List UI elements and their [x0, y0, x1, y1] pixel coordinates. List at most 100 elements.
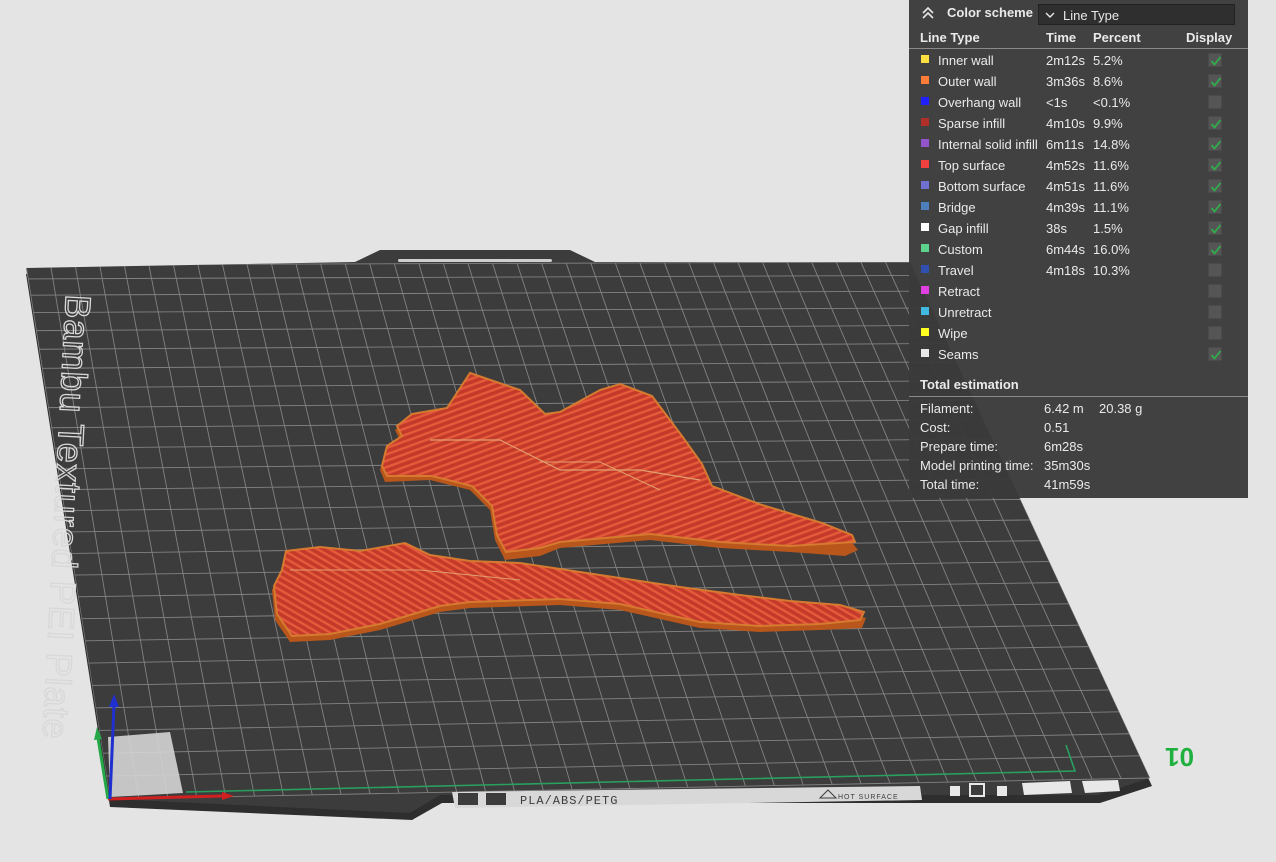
line-type-name: Retract [938, 284, 980, 299]
est-filament-length: 6.42 m [1044, 401, 1084, 416]
est-model-time-value: 35m30s [1044, 458, 1091, 473]
checkmark-icon [1210, 161, 1222, 171]
line-type-time: 4m39s [1046, 200, 1086, 215]
line-type-name: Inner wall [938, 53, 994, 68]
est-prepare-label: Prepare time: [920, 439, 999, 454]
checkmark-icon [1210, 224, 1222, 234]
display-checkbox-inner-wall[interactable] [1208, 53, 1222, 67]
color-swatch [921, 139, 929, 147]
color-swatch [921, 223, 929, 231]
color-swatch [921, 160, 929, 168]
legend-row-travel: Travel 4m18s 10.3% [909, 260, 1248, 281]
checkmark-icon [1210, 350, 1222, 360]
color-swatch [921, 307, 929, 315]
display-checkbox-travel[interactable] [1208, 263, 1222, 277]
legend-row-top-surface: Top surface 4m52s 11.6% [909, 155, 1248, 176]
plate-number: 01 [1165, 742, 1194, 772]
display-checkbox-internal-solid-infill[interactable] [1208, 137, 1222, 151]
line-type-name: Bridge [938, 200, 976, 215]
line-type-time: 4m52s [1046, 158, 1086, 173]
display-checkbox-seams[interactable] [1208, 347, 1222, 361]
est-filament-label: Filament: [920, 401, 974, 416]
legend-row-wipe: Wipe [909, 323, 1248, 344]
line-type-percent: 9.9% [1093, 116, 1123, 131]
est-total-time-value: 41m59s [1044, 477, 1091, 492]
legend-row-gap-infill: Gap infill 38s 1.5% [909, 218, 1248, 239]
col-header-percent: Percent [1093, 30, 1141, 45]
hot-surface-label: HOT SURFACE [838, 794, 899, 801]
est-total-time-row: Total time: 41m59s [920, 477, 1240, 496]
display-checkbox-gap-infill[interactable] [1208, 221, 1222, 235]
checkmark-icon [1210, 56, 1222, 66]
line-type-time: 6m44s [1046, 242, 1086, 257]
display-checkbox-bridge[interactable] [1208, 200, 1222, 214]
line-type-name: Custom [938, 242, 983, 257]
filament-compat-label: PLA/ABS/PETG [520, 794, 618, 808]
line-type-percent: 5.2% [1093, 53, 1123, 68]
color-swatch [921, 118, 929, 126]
color-swatch [921, 286, 929, 294]
line-type-name: Bottom surface [938, 179, 1026, 194]
color-swatch [921, 202, 929, 210]
est-prepare-value: 6m28s [1044, 439, 1084, 454]
line-type-name: Internal solid infill [938, 137, 1038, 152]
legend-row-outer-wall: Outer wall 3m36s 8.6% [909, 71, 1248, 92]
legend-row-bottom-surface: Bottom surface 4m51s 11.6% [909, 176, 1248, 197]
legend-row-internal-solid-infill: Internal solid infill 6m11s 14.8% [909, 134, 1248, 155]
line-type-name: Sparse infill [938, 116, 1006, 131]
est-model-time-label: Model printing time: [920, 458, 1034, 473]
checkmark-icon [1210, 77, 1222, 87]
display-checkbox-overhang-wall[interactable] [1208, 95, 1222, 109]
est-total-time-label: Total time: [920, 477, 980, 492]
color-swatch [921, 97, 929, 105]
legend-row-custom: Custom 6m44s 16.0% [909, 239, 1248, 260]
display-checkbox-custom[interactable] [1208, 242, 1222, 256]
color-swatch [921, 244, 929, 252]
line-type-time: 4m10s [1046, 116, 1086, 131]
checkmark-icon [1210, 119, 1222, 129]
est-prepare-row: Prepare time: 6m28s [920, 439, 1240, 458]
display-checkbox-bottom-surface[interactable] [1208, 179, 1222, 193]
line-type-time: 4m18s [1046, 263, 1086, 278]
color-scheme-value: Line Type [1063, 8, 1120, 23]
line-type-name: Top surface [938, 158, 1006, 173]
line-type-percent: 14.8% [1093, 137, 1130, 152]
display-checkbox-retract[interactable] [1208, 284, 1222, 298]
col-header-line-type: Line Type [920, 30, 980, 45]
header-divider [909, 48, 1248, 49]
display-checkbox-sparse-infill[interactable] [1208, 116, 1222, 130]
line-type-time: 2m12s [1046, 53, 1086, 68]
checkmark-icon [1210, 182, 1222, 192]
est-filament-row: Filament: 6.42 m 20.38 g [920, 401, 1240, 420]
est-cost-value: 0.51 [1044, 420, 1070, 435]
line-type-percent: 10.3% [1093, 263, 1130, 278]
display-checkbox-unretract[interactable] [1208, 305, 1222, 319]
est-cost-label: Cost: [920, 420, 951, 435]
origin-pad [108, 732, 183, 797]
line-type-name: Travel [938, 263, 974, 278]
display-checkbox-outer-wall[interactable] [1208, 74, 1222, 88]
plate-slot [398, 259, 552, 262]
line-type-time: 38s [1046, 221, 1067, 236]
col-header-time: Time [1046, 30, 1077, 45]
legend-row-sparse-infill: Sparse infill 4m10s 9.9% [909, 113, 1248, 134]
display-checkbox-wipe[interactable] [1208, 326, 1222, 340]
collapse-chevrons-icon[interactable] [920, 5, 936, 21]
line-type-percent: 11.1% [1093, 200, 1129, 215]
legend-panel: Color scheme Line Type Line Type Time Pe… [909, 0, 1248, 498]
line-type-name: Overhang wall [938, 95, 1022, 110]
legend-row-seams: Seams [909, 344, 1248, 365]
color-scheme-select[interactable]: Line Type [1038, 4, 1235, 25]
display-checkbox-top-surface[interactable] [1208, 158, 1222, 172]
est-model-time-row: Model printing time: 35m30s [920, 458, 1240, 477]
checkmark-icon [1210, 203, 1222, 213]
line-type-name: Outer wall [938, 74, 997, 89]
legend-row-inner-wall: Inner wall 2m12s 5.2% [909, 50, 1248, 71]
line-type-percent: 11.6% [1093, 179, 1129, 194]
line-type-time: <1s [1046, 95, 1068, 110]
legend-row-unretract: Unretract [909, 302, 1248, 323]
line-type-time: 4m51s [1046, 179, 1086, 194]
color-scheme-title: Color scheme [947, 5, 1033, 20]
legend-row-bridge: Bridge 4m39s 11.1% [909, 197, 1248, 218]
line-type-name: Wipe [938, 326, 968, 341]
